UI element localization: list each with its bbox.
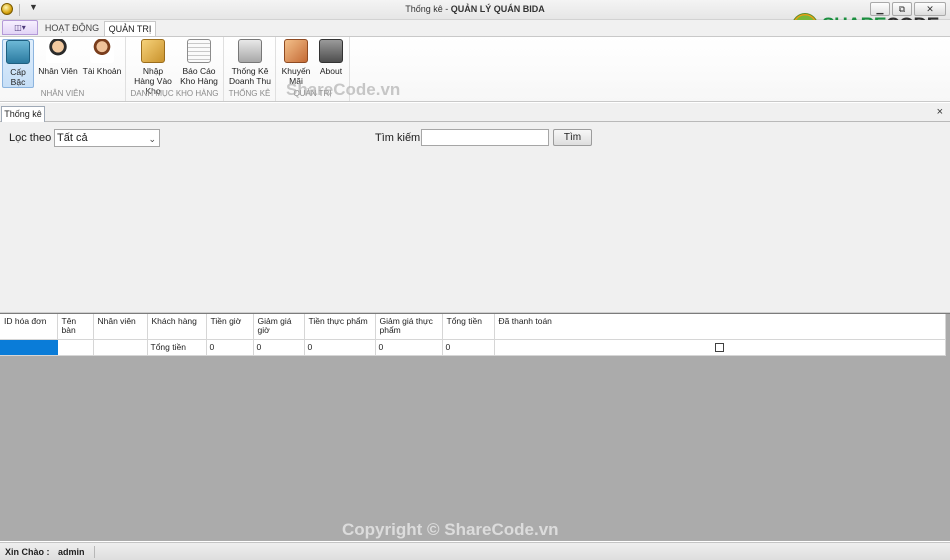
column-header[interactable]: Tên bàn — [57, 314, 94, 340]
filter-label: Lọc theo — [9, 132, 52, 144]
table-cell[interactable] — [93, 339, 148, 356]
tai-khoan-button[interactable]: Tài Khoản — [82, 39, 122, 76]
table-cell[interactable] — [57, 339, 94, 356]
group-nhan-vien: Cấp Bậc Nhân Viên Tài Khoản NHÂN VIÊN — [0, 37, 126, 101]
table-row[interactable]: Tổng tiền 0 0 0 0 0 — [0, 339, 946, 356]
table-cell[interactable]: 0 — [442, 339, 495, 356]
status-bar: Xin Chào : admin — [0, 542, 950, 560]
cash-register-icon — [238, 39, 262, 63]
table-cell[interactable]: Tổng tiền — [147, 339, 207, 356]
paid-checkbox[interactable] — [715, 342, 724, 352]
close-doc-icon[interactable]: × — [937, 106, 943, 118]
document-tab-strip: Thống kê × — [0, 103, 950, 122]
watermark-copyright: Copyright © ShareCode.vn — [342, 520, 559, 539]
about-button[interactable]: About — [316, 39, 346, 76]
tab-quan-tri[interactable]: QUẢN TRỊ — [104, 21, 156, 36]
ribbon: Cấp Bậc Nhân Viên Tài Khoản NHÂN VIÊN Nh… — [0, 36, 950, 102]
table-cell[interactable]: 0 — [253, 339, 305, 356]
nhap-hang-button[interactable]: Nhập Hàng Vào Kho — [132, 39, 174, 96]
username-label: admin — [58, 547, 85, 557]
column-header[interactable]: Tiền giờ — [206, 314, 254, 340]
filter-select[interactable]: Tất cả ⌄ — [54, 129, 160, 147]
employee-icon — [46, 39, 70, 63]
invoice-grid[interactable]: ID hóa đơn Tên bàn Nhân viên Khách hàng … — [0, 313, 950, 541]
group-label-nhan-vien: NHÂN VIÊN — [40, 89, 85, 98]
ribbon-tab-row: ◫▾ HOẠT ĐỘNG QUẢN TRỊ — [0, 20, 950, 36]
report-icon — [187, 39, 211, 63]
group-label-danh-muc-kho-hang: DANH MỤC KHO HÀNG — [130, 89, 219, 98]
paid-cell[interactable] — [494, 339, 946, 356]
column-header[interactable]: Khách hàng — [147, 314, 207, 340]
search-button[interactable]: Tìm — [553, 129, 592, 146]
invoice-table: ID hóa đơn Tên bàn Nhân viên Khách hàng … — [0, 314, 946, 356]
watermark-site: ShareCode.vn — [286, 80, 401, 99]
group-thong-ke: Thống Kê Doanh Thu THỐNG KÊ — [224, 37, 276, 101]
about-icon — [319, 39, 343, 63]
promotion-icon — [284, 39, 308, 63]
import-box-icon — [141, 39, 165, 63]
bao-cao-kho-button[interactable]: Báo Cáo Kho Hàng — [178, 39, 220, 86]
column-header[interactable]: Giảm giá giờ — [253, 314, 305, 340]
chevron-down-icon: ⌄ — [148, 134, 156, 144]
thong-ke-doanh-thu-button[interactable]: Thống Kê Doanh Thu — [228, 39, 272, 86]
status-separator — [94, 546, 95, 558]
table-cell[interactable]: 0 — [304, 339, 376, 356]
app-menu-button[interactable]: ◫▾ — [2, 20, 38, 35]
header-row: ID hóa đơn Tên bàn Nhân viên Khách hàng … — [0, 314, 946, 340]
account-icon — [90, 39, 114, 63]
column-header[interactable]: Giảm giá thực phẩm — [375, 314, 443, 340]
khuyen-mai-button[interactable]: Khuyến Mãi — [280, 39, 312, 86]
table-cell[interactable]: 0 — [375, 339, 443, 356]
greeting-label: Xin Chào : — [5, 547, 50, 557]
filter-panel: Lọc theo Tất cả ⌄ Tìm kiếm Tìm — [0, 122, 950, 313]
column-header[interactable]: Đã thanh toán — [494, 314, 946, 340]
table-cell[interactable]: 0 — [206, 339, 254, 356]
column-header[interactable]: Tổng tiền — [442, 314, 495, 340]
search-label: Tìm kiếm — [375, 132, 421, 144]
group-danh-muc-kho-hang: Nhập Hàng Vào Kho Báo Cáo Kho Hàng DANH … — [126, 37, 224, 101]
column-header[interactable]: Nhân viên — [93, 314, 148, 340]
column-header[interactable]: Tiền thực phẩm — [304, 314, 376, 340]
tab-hoat-dong[interactable]: HOẠT ĐỘNG — [42, 21, 102, 36]
filter-selected-value: Tất cả — [57, 132, 88, 144]
search-input[interactable] — [421, 129, 549, 146]
nhan-vien-button[interactable]: Nhân Viên — [38, 39, 78, 76]
table-cell-selected[interactable] — [0, 339, 58, 356]
cap-bac-button[interactable]: Cấp Bậc — [2, 39, 34, 88]
group-label-thong-ke: THỐNG KÊ — [228, 89, 271, 98]
doc-tab-thong-ke[interactable]: Thống kê — [1, 106, 45, 122]
rank-icon — [6, 40, 30, 64]
column-header[interactable]: ID hóa đơn — [0, 314, 58, 340]
